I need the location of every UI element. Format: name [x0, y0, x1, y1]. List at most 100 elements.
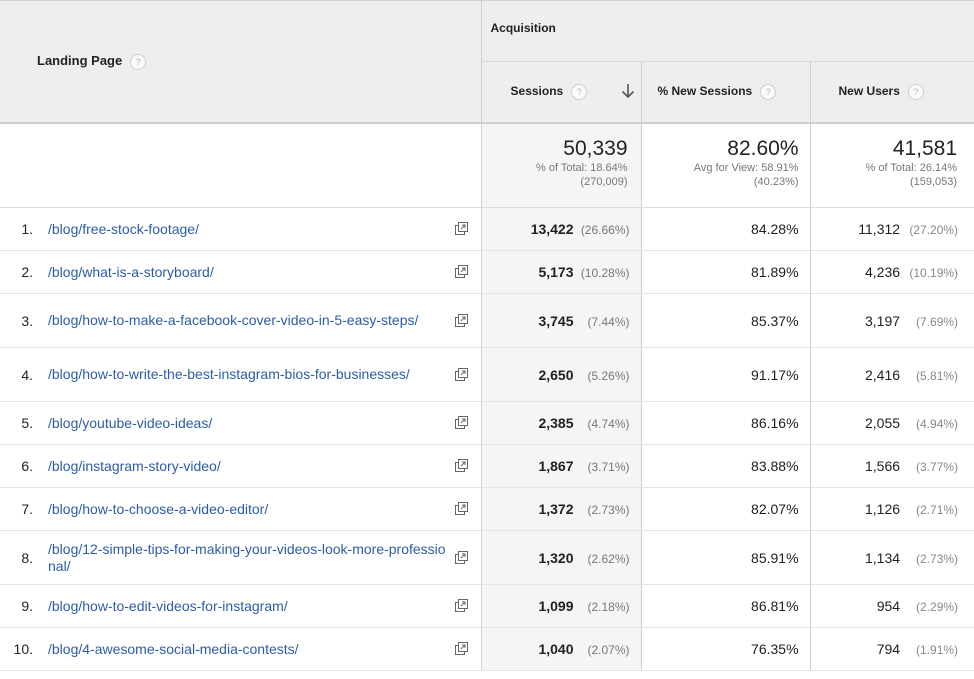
new-users-value: 11,312	[858, 221, 901, 237]
new-sessions-header-label: % New Sessions	[657, 84, 753, 99]
help-icon[interactable]: ?	[571, 84, 588, 100]
table-row: 7./blog/how-to-choose-a-video-editor/1,3…	[0, 487, 974, 531]
new-sessions-total-value: 82.60%	[727, 137, 799, 160]
open-in-new-window-icon[interactable]	[454, 264, 469, 279]
landing-page-link[interactable]: /blog/12-simple-tips-for-making-your-vid…	[48, 541, 451, 575]
help-icon[interactable]: ?	[130, 53, 147, 70]
landing-page-cell: /blog/youtube-video-ideas/	[48, 401, 482, 445]
sessions-cell: 1,099 (2.18%)	[481, 584, 642, 628]
sessions-percent: (3.71%)	[587, 460, 630, 474]
sessions-percent: (7.44%)	[587, 314, 630, 329]
new-users-value: 4,236	[865, 264, 901, 280]
new-users-column-header[interactable]: New Users?	[810, 61, 974, 124]
landing-page-link[interactable]: /blog/instagram-story-video/	[48, 458, 451, 475]
sessions-cell: 2,650 (5.26%)	[481, 347, 642, 402]
new-users-cell: 3,197 (7.69%)	[810, 293, 974, 348]
new-sessions-cell: 85.91%	[641, 530, 811, 585]
arrow-down-icon[interactable]	[621, 83, 635, 99]
acquisition-header-label: Acquisition	[490, 21, 556, 35]
sessions-total-percent: % of Total: 18.64%	[535, 162, 628, 174]
sessions-cell: 1,372 (2.73%)	[481, 487, 642, 531]
sessions-value: 2,385	[538, 415, 574, 431]
new-users-cell: 2,055 (4.94%)	[810, 401, 974, 445]
sessions-value: 5,173	[538, 264, 574, 280]
sessions-header-label: Sessions	[510, 84, 564, 99]
help-icon[interactable]: ?	[760, 84, 777, 100]
sessions-cell: 5,173 (10.28%)	[481, 250, 642, 294]
new-users-value: 1,566	[865, 458, 901, 474]
open-in-new-window-icon[interactable]	[454, 313, 469, 328]
landing-page-header-label: Landing Page	[37, 53, 123, 69]
new-users-total-overall: (159,053)	[909, 176, 958, 188]
landing-page-cell: /blog/how-to-choose-a-video-editor/	[48, 487, 482, 531]
table-row: 9./blog/how-to-edit-videos-for-instagram…	[0, 584, 974, 628]
totals-label-cell	[0, 123, 482, 208]
table-row: 2./blog/what-is-a-storyboard/5,173 (10.28…	[0, 250, 974, 294]
new-users-value: 3,197	[865, 312, 901, 329]
table-row: 1./blog/free-stock-footage/13,422 (26.66%…	[0, 207, 974, 251]
landing-page-cell: /blog/instagram-story-video/	[48, 444, 482, 488]
sessions-value: 1,867	[538, 458, 574, 474]
open-in-new-window-icon[interactable]	[454, 367, 469, 382]
landing-page-link[interactable]: /blog/what-is-a-storyboard/	[48, 264, 451, 281]
sessions-percent: (4.74%)	[587, 417, 630, 431]
sessions-value: 2,650	[538, 366, 574, 383]
help-icon[interactable]: ?	[907, 84, 924, 100]
sessions-value: 13,422	[530, 221, 574, 237]
landing-page-column-header[interactable]: Landing Page?	[0, 0, 482, 124]
sessions-cell: 3,745 (7.44%)	[481, 293, 642, 348]
landing-page-link[interactable]: /blog/how-to-edit-videos-for-instagram/	[48, 598, 451, 615]
new-sessions-cell: 85.37%	[641, 293, 811, 348]
new-users-percent: (10.19%)	[909, 266, 959, 280]
new-users-cell: 11,312 (27.20%)	[810, 207, 974, 251]
row-index: 7.	[0, 487, 48, 531]
landing-page-cell: /blog/4-awesome-social-media-contests/	[48, 627, 482, 671]
landing-page-link[interactable]: /blog/4-awesome-social-media-contests/	[48, 641, 451, 658]
landing-page-link[interactable]: /blog/how-to-write-the-best-instagram-bi…	[48, 366, 451, 383]
landing-page-cell: /blog/how-to-edit-videos-for-instagram/	[48, 584, 482, 628]
sessions-total-cell: 50,339 % of Total: 18.64% (270,009)	[481, 123, 642, 208]
open-in-new-window-icon[interactable]	[454, 415, 469, 430]
row-index: 2.	[0, 250, 48, 294]
new-sessions-column-header[interactable]: % New Sessions?	[641, 61, 811, 124]
new-sessions-cell: 86.81%	[641, 584, 811, 628]
new-users-value: 954	[876, 598, 901, 614]
new-users-percent: (27.20%)	[909, 223, 959, 237]
new-users-cell: 1,126 (2.71%)	[810, 487, 974, 531]
sessions-value: 1,372	[538, 501, 574, 517]
report-table-body: 50,339 % of Total: 18.64% (270,009) 82.6…	[0, 123, 974, 671]
open-in-new-window-icon[interactable]	[454, 501, 469, 516]
open-in-new-window-icon[interactable]	[454, 550, 469, 565]
new-sessions-total-cell: 82.60% Avg for View: 58.91% (40.23%)	[641, 123, 811, 208]
row-index: 5.	[0, 401, 48, 445]
landing-page-report-table: Landing Page? Acquisition Sessions? % Ne…	[0, 0, 974, 671]
sessions-cell: 1,040 (2.07%)	[481, 627, 642, 671]
landing-page-link[interactable]: /blog/youtube-video-ideas/	[48, 415, 451, 432]
sessions-column-header[interactable]: Sessions?	[481, 61, 642, 124]
new-users-value: 2,055	[865, 415, 901, 431]
new-sessions-cell: 82.07%	[641, 487, 811, 531]
landing-page-cell: /blog/free-stock-footage/	[48, 207, 482, 251]
sessions-value: 1,040	[538, 641, 574, 657]
open-in-new-window-icon[interactable]	[454, 641, 469, 656]
new-sessions-cell: 84.28%	[641, 207, 811, 251]
new-users-percent: (2.73%)	[916, 551, 959, 566]
row-index: 10.	[0, 627, 48, 671]
new-users-cell: 2,416 (5.81%)	[810, 347, 974, 402]
sessions-percent: (5.26%)	[587, 368, 630, 383]
open-in-new-window-icon[interactable]	[454, 458, 469, 473]
row-index: 4.	[0, 347, 48, 402]
landing-page-cell: /blog/how-to-make-a-facebook-cover-video…	[48, 293, 482, 348]
landing-page-cell: /blog/12-simple-tips-for-making-your-vid…	[48, 530, 482, 585]
open-in-new-window-icon[interactable]	[454, 221, 469, 236]
new-sessions-cell: 91.17%	[641, 347, 811, 402]
landing-page-link[interactable]: /blog/how-to-make-a-facebook-cover-video…	[48, 312, 451, 329]
new-users-header-label: New Users	[838, 84, 900, 99]
sessions-percent: (10.28%)	[580, 266, 630, 280]
landing-page-link[interactable]: /blog/free-stock-footage/	[48, 221, 451, 238]
landing-page-link[interactable]: /blog/how-to-choose-a-video-editor/	[48, 501, 451, 518]
open-in-new-window-icon[interactable]	[454, 598, 469, 613]
new-users-percent: (2.71%)	[916, 503, 959, 517]
new-users-value: 1,134	[865, 549, 901, 566]
new-users-value: 794	[876, 641, 901, 657]
